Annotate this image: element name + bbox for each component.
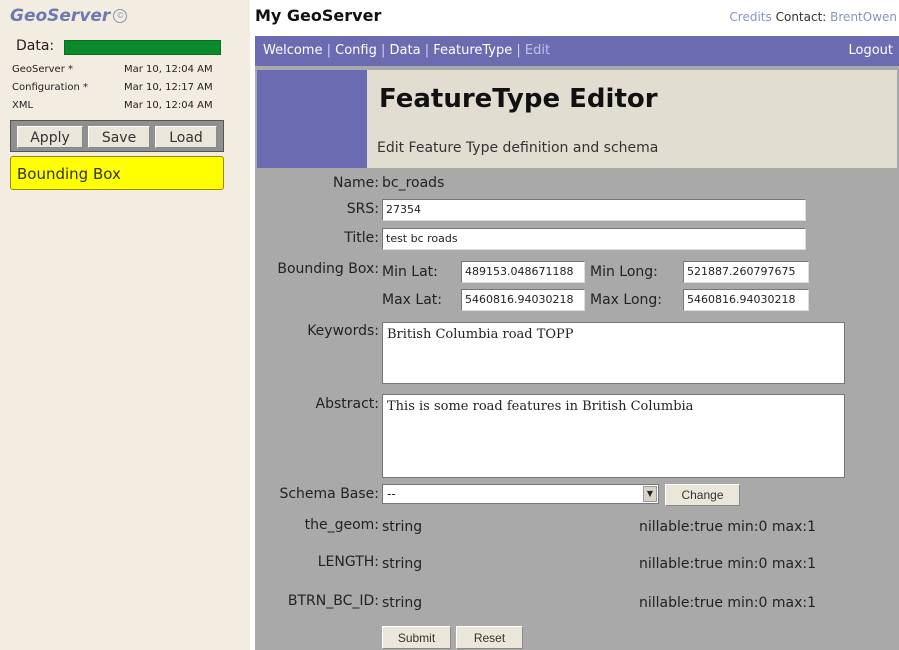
credits-area: Credits Contact: BrentOwen [729,10,897,24]
name-label: Name: [332,175,379,191]
data-status-bar [64,40,221,55]
nav-separator: | [516,43,521,58]
logout-link[interactable]: Logout [848,36,893,66]
attribute-name: the_geom: [304,517,379,533]
copyright-icon: © [113,9,128,23]
nav-featuretype[interactable]: FeatureType [433,43,512,58]
reset-button[interactable]: Reset [456,626,523,649]
editor-header: FeatureType Editor Edit Feature Type def… [367,70,897,168]
status-time: Mar 10, 12:17 AM [124,82,213,93]
min-lat-label: Min Lat: [382,264,438,280]
nav-data[interactable]: Data [390,43,421,58]
status-row-geoserver: GeoServer * Mar 10, 12:04 AM [12,64,227,75]
max-lat-label: Max Lat: [382,292,442,308]
config-button-panel: Apply Save Load [10,120,224,152]
bounding-box-menu-item[interactable]: Bounding Box [10,156,224,190]
attribute-info: nillable:true min:0 max:1 [639,519,817,535]
status-row-xml: XML Mar 10, 12:04 AM [12,100,227,111]
breadcrumb: Welcome | Config | Data | FeatureType | … [255,36,899,66]
max-long-label: Max Long: [590,292,662,308]
logo-text: GeoServer [10,6,111,26]
load-button[interactable]: Load [155,126,217,148]
editor-panel: FeatureType Editor Edit Feature Type def… [255,66,899,650]
status-name: XML [12,100,34,111]
bounding-box-label: Bounding Box: [277,261,379,277]
nav-current-edit: Edit [524,43,551,58]
srs-label: SRS: [346,201,379,217]
min-lat-input[interactable]: 489153.048671188 [461,261,585,283]
nav-welcome[interactable]: Welcome [263,43,322,58]
status-name: Configuration * [12,82,88,93]
geoserver-logo[interactable]: GeoServer © [10,6,128,26]
dropdown-arrow-icon[interactable]: ▼ [643,486,657,502]
attribute-type: string [382,556,423,572]
editor-title: FeatureType Editor [379,84,658,114]
abstract-label: Abstract: [315,396,380,412]
credits-link[interactable]: Credits [729,10,771,24]
status-time: Mar 10, 12:04 AM [124,100,213,111]
title-label: Title: [344,230,379,246]
max-lat-input[interactable]: 5460816.94030218 [461,289,585,311]
data-status-label: Data: [16,38,55,54]
nav-separator: | [424,43,430,58]
attribute-type: string [382,519,423,535]
attribute-type: string [382,595,423,611]
max-long-input[interactable]: 5460816.94030218 [683,289,809,311]
attribute-info: nillable:true min:0 max:1 [639,595,817,611]
sidebar: GeoServer © Data: GeoServer * Mar 10, 12:… [0,0,250,650]
attribute-name: LENGTH: [317,554,379,570]
attribute-info: nillable:true min:0 max:1 [639,556,817,572]
title-input[interactable]: test bc roads [382,228,806,250]
header-accent-block [257,70,367,168]
nav-config[interactable]: Config [335,43,377,58]
nav-separator: | [381,43,386,58]
keywords-textarea[interactable]: British Columbia road TOPP [382,322,845,384]
keywords-label: Keywords: [307,323,379,339]
editor-subtitle: Edit Feature Type definition and schema [377,140,659,156]
apply-button[interactable]: Apply [17,126,83,148]
contact-link[interactable]: BrentOwen [830,10,897,24]
save-button[interactable]: Save [88,126,150,148]
name-value: bc_roads [382,175,445,191]
attribute-name: BTRN_BC_ID: [287,593,379,609]
submit-button[interactable]: Submit [382,626,451,649]
abstract-textarea[interactable]: This is some road features in British Co… [382,394,845,478]
status-name: GeoServer * [12,64,73,75]
srs-input[interactable]: 27354 [382,199,806,221]
status-time: Mar 10, 12:04 AM [124,64,213,75]
change-button[interactable]: Change [665,484,740,506]
status-row-configuration: Configuration * Mar 10, 12:17 AM [12,82,227,93]
nav-separator: | [326,43,331,58]
page-title: My GeoServer [255,6,382,25]
min-long-label: Min Long: [590,264,658,280]
contact-label: Contact: [775,10,827,24]
min-long-input[interactable]: 521887.260797675 [683,261,809,283]
schema-base-label: Schema Base: [279,486,379,502]
schema-base-select[interactable]: -- ▼ [382,484,659,504]
schema-base-value: -- [387,487,396,501]
